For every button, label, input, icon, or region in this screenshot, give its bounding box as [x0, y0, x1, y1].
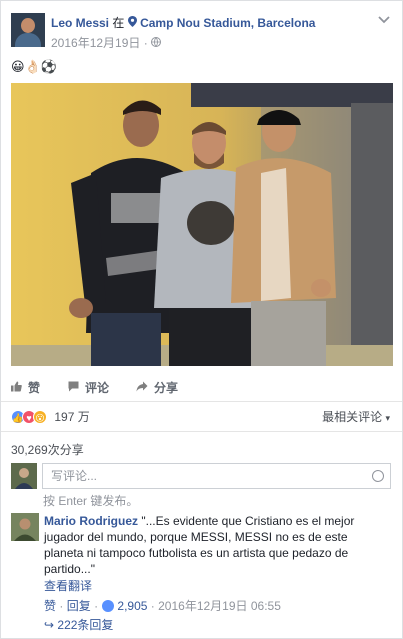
reactions-summary[interactable]: 👍 ♥ 😮 197 万 — [11, 408, 90, 424]
commenter-avatar[interactable] — [11, 513, 39, 541]
comment-box — [42, 463, 391, 489]
post-actions: 赞 评论 分享 — [11, 379, 391, 397]
wow-reaction-icon: 😮 — [33, 409, 47, 424]
meta-separator: · — [143, 36, 148, 50]
comment-like-count[interactable]: 2,905 — [117, 599, 147, 613]
comment-reply-link[interactable]: 回复 — [67, 599, 91, 613]
comment-like-badge-icon — [102, 600, 115, 612]
share-icon — [136, 381, 148, 395]
comment-icon — [68, 381, 79, 395]
share-button[interactable]: 分享 — [136, 379, 178, 396]
globe-icon — [151, 36, 162, 50]
reply-arrow-icon: ↪ — [44, 618, 55, 632]
sort-chevron-icon: ▾ — [385, 413, 390, 423]
at-word: 在 — [112, 16, 125, 30]
post-card: Leo Messi 在 Camp Nou Stadium, Barcelona … — [0, 0, 403, 639]
comment-button[interactable]: 评论 — [68, 379, 109, 396]
author-name[interactable]: Leo Messi — [51, 16, 109, 30]
post-header: Leo Messi 在 Camp Nou Stadium, Barcelona … — [11, 13, 392, 51]
location-link[interactable]: Camp Nou Stadium, Barcelona — [140, 16, 315, 30]
share-count[interactable]: 30,269次分享 — [11, 441, 84, 458]
sort-label: 最相关评论 — [322, 410, 383, 424]
share-label: 分享 — [154, 381, 179, 395]
comment-like-link[interactable]: 赞 — [44, 599, 56, 613]
enter-hint: 按 Enter 键发布。 — [43, 494, 139, 508]
comment-sort-dropdown[interactable]: 最相关评论 ▾ — [322, 408, 390, 425]
post-title-line: Leo Messi 在 Camp Nou Stadium, Barcelona — [51, 14, 315, 31]
viewer-avatar — [11, 463, 37, 489]
like-label: 赞 — [28, 381, 41, 395]
post-photo[interactable] — [11, 83, 393, 366]
divider — [1, 431, 402, 432]
reaction-count: 197 万 — [54, 410, 90, 424]
view-replies-link[interactable]: ↪ 222条回复 — [44, 616, 113, 633]
post-meta: 2016年12月19日 · — [51, 34, 162, 51]
like-button[interactable]: 赞 — [11, 379, 40, 396]
replies-count: 222条回复 — [57, 618, 114, 632]
see-translation-link[interactable]: 查看翻译 — [44, 577, 92, 594]
comment-meta: 赞 · 回复 · 2,905 · 2016年12月19日 06:55 — [44, 599, 281, 613]
comment-date[interactable]: 2016年12月19日 06:55 — [158, 599, 281, 613]
comment-input[interactable] — [43, 464, 363, 488]
comment-body: Mario Rodriguez "...Es evidente que Cris… — [44, 513, 389, 577]
comment-author[interactable]: Mario Rodriguez — [44, 514, 138, 528]
post-options-chevron-icon[interactable] — [378, 15, 390, 27]
author-avatar[interactable] — [11, 13, 45, 47]
divider — [1, 401, 402, 402]
post-date[interactable]: 2016年12月19日 — [51, 36, 140, 50]
camera-icon[interactable] — [372, 470, 384, 482]
location-pin-icon — [124, 16, 140, 30]
comment-label: 评论 — [85, 381, 110, 395]
comment-composer — [11, 463, 391, 491]
post-text-emojis: 😀👌🏻⚽ — [11, 59, 57, 74]
thumbs-up-icon — [11, 381, 22, 395]
